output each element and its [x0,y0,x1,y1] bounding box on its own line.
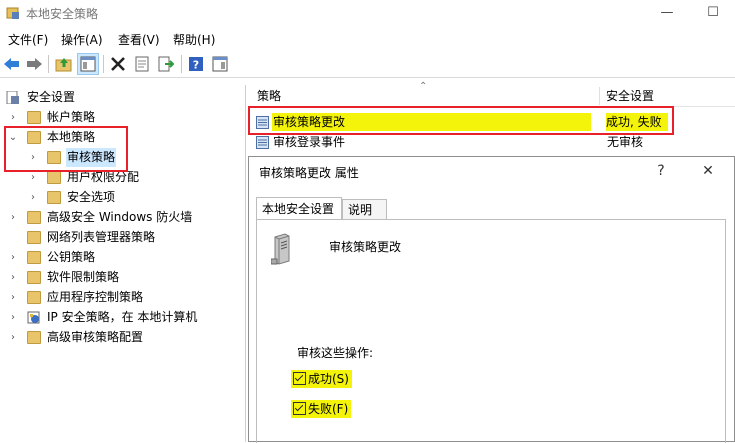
success-checkbox[interactable]: 成功(S) [291,370,352,388]
window-title: 本地安全策略 [26,7,99,21]
annotation-box-tree [4,126,128,172]
tree-item-app-control[interactable]: › 应用程序控制策略 [6,288,236,307]
tree-root[interactable]: 安全设置 [6,88,236,107]
console-tree-icon[interactable] [210,54,230,74]
checkbox-checked-icon[interactable] [293,402,306,415]
menu-help[interactable]: 帮助(H) [173,31,215,48]
tree-item-label: 安全选项 [67,190,116,204]
folder-icon [27,331,41,344]
policy-name-label: 审核策略更改 [329,240,402,254]
delete-icon[interactable] [108,54,128,74]
expand-arrow-icon[interactable]: › [8,248,18,267]
expand-arrow-icon[interactable]: › [8,288,18,307]
expand-arrow-icon[interactable]: › [8,308,18,327]
tree-item-ip-security[interactable]: › IP 安全策略，在 本地计算机 [6,308,241,327]
folder-icon [27,291,41,304]
minimize-button[interactable]: — [650,2,684,24]
tree-item-label: 公钥策略 [47,250,96,264]
properties-dialog: 审核策略更改 属性 ? ✕ 本地安全设置 说明 审核策略更改 审核这些操作: 成… [248,156,735,443]
maximize-button[interactable]: ☐ [696,2,730,24]
folder-icon [27,211,41,224]
success-label: 成功(S) [308,372,349,386]
failure-checkbox[interactable]: 失败(F) [291,400,352,418]
tree-item-label: 软件限制策略 [47,270,120,284]
column-header-label: 策略 [257,89,282,103]
menu-bar: 文件(F) 操作(A) 查看(V) 帮助(H) [0,29,735,49]
dialog-title: 审核策略更改 属性 [259,166,359,180]
expand-arrow-icon[interactable]: › [8,328,18,347]
tree-item-software-restriction[interactable]: › 软件限制策略 [6,268,236,287]
folder-icon [27,251,41,264]
tree-item-label: IP 安全策略，在 本地计算机 [47,310,198,324]
tree-item-firewall[interactable]: › 高级安全 Windows 防火墙 [6,208,236,227]
tree-item-label: 高级审核策略配置 [47,330,144,344]
expand-arrow-icon[interactable]: › [28,188,38,207]
menu-view[interactable]: 查看(V) [118,31,160,48]
menu-file[interactable]: 文件(F) [8,31,48,48]
tree-item-account-policy[interactable]: › 帐户策略 [6,108,236,127]
checkbox-checked-icon[interactable] [293,372,306,385]
tree-item-network-list[interactable]: 网络列表管理器策略 [6,228,236,247]
policy-name: 审核登录事件 [273,135,346,149]
security-settings-icon [6,91,19,104]
policy-setting: 无审核 [607,135,644,149]
tab-explain[interactable]: 说明 [342,199,387,219]
policy-item-icon [256,136,269,149]
sort-up-icon: ⌃ [419,81,428,92]
export-icon[interactable] [156,54,176,74]
menu-action[interactable]: 操作(A) [61,31,103,48]
failure-label: 失败(F) [308,402,349,416]
back-icon[interactable] [2,54,22,74]
ip-security-icon [27,311,40,324]
folder-icon [27,111,41,124]
tree-item-label: 高级安全 Windows 防火墙 [47,210,193,224]
tree-item-label: 帐户策略 [47,110,96,124]
help-button[interactable]: ? [649,161,673,181]
tree-item-security-options[interactable]: › 安全选项 [26,188,226,207]
svg-text:?: ? [193,59,199,72]
column-header-label: 安全设置 [606,89,655,103]
expand-arrow-icon[interactable]: › [8,268,18,287]
title-bar: 本地安全策略 — ☐ [0,0,735,28]
local-security-policy-icon [6,7,19,19]
table-row[interactable]: 审核登录事件 无审核 [253,133,735,151]
annotation-box-row [248,106,674,135]
forward-icon[interactable] [24,54,44,74]
properties-icon[interactable] [132,54,152,74]
audit-actions-label: 审核这些操作: [297,346,374,360]
tree-root-label: 安全设置 [27,90,76,104]
column-header-setting[interactable]: 安全设置 [600,85,735,107]
tree-item-label: 应用程序控制策略 [47,290,144,304]
folder-icon [27,231,41,244]
up-folder-icon[interactable] [54,54,74,74]
folder-icon [47,191,61,204]
expand-arrow-icon[interactable]: › [8,208,18,227]
folder-icon [27,271,41,284]
expand-arrow-icon[interactable]: › [8,108,18,127]
folder-icon [47,171,61,184]
toolbar: ? [0,51,735,78]
help-icon[interactable]: ? [186,54,206,74]
show-tree-icon[interactable] [77,53,99,75]
close-button[interactable]: ✕ [696,161,720,181]
tree-item-public-key[interactable]: › 公钥策略 [6,248,236,267]
tab-local-setting[interactable]: 本地安全设置 [256,197,342,219]
tree-item-advanced-audit[interactable]: › 高级审核策略配置 [6,328,236,347]
server-icon [271,233,290,265]
tab-panel: 审核策略更改 审核这些操作: 成功(S) 失败(F) [256,219,726,443]
tree-item-label: 网络列表管理器策略 [47,230,156,244]
